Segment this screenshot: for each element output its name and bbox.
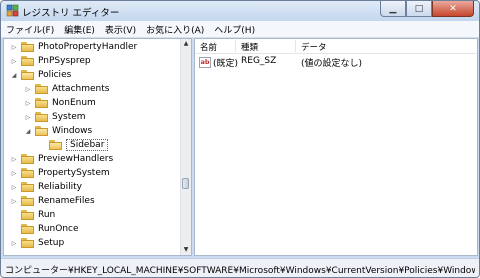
scroll-down-arrow-icon[interactable]: ▼ — [181, 245, 191, 255]
tree-item-system[interactable]: ▷ System — [24, 110, 86, 124]
tree-item-label: Windows — [52, 126, 93, 136]
maximize-button[interactable]: □ — [406, 1, 432, 17]
folder-icon — [21, 238, 34, 248]
value-row[interactable]: ab (既定) REG_SZ (値の設定なし) — [195, 56, 477, 69]
open-folder-icon — [21, 70, 34, 80]
tree-item-label: Sidebar — [66, 139, 109, 151]
tree-item-photopropertyhandler[interactable]: ▷ PhotoPropertyHandler — [10, 40, 137, 54]
folder-icon — [21, 182, 34, 192]
tree-item-run[interactable]: Run — [10, 208, 55, 222]
folder-icon — [21, 210, 34, 220]
folder-icon — [21, 154, 34, 164]
column-header-type[interactable]: 種類 — [241, 41, 258, 53]
tree-item-previewhandlers[interactable]: ▷ PreviewHandlers — [10, 152, 113, 166]
expand-arrow-icon[interactable]: ▷ — [24, 114, 32, 121]
value-name: (既定) — [213, 59, 239, 69]
open-folder-icon — [35, 126, 48, 136]
menu-edit[interactable]: 編集(E) — [59, 23, 100, 36]
expand-arrow-icon[interactable]: ▷ — [10, 58, 18, 65]
menu-view[interactable]: 表示(V) — [100, 23, 141, 36]
tree-item-nonenum[interactable]: ▷ NonEnum — [24, 96, 96, 110]
minimize-button[interactable]: ▁ — [380, 1, 406, 17]
registry-tree-pane[interactable]: ▷ PhotoPropertyHandler ▷ PnPSysprep ◢ Po… — [3, 38, 192, 256]
column-header-data[interactable]: データ — [301, 41, 327, 53]
tree-item-label: Setup — [38, 238, 65, 248]
open-folder-icon — [49, 140, 62, 150]
tree-item-setup[interactable]: ▷ Setup — [10, 236, 64, 250]
title-bar[interactable]: レジストリ エディター ▁ □ ✕ — [1, 1, 479, 21]
registry-editor-window: レジストリ エディター ▁ □ ✕ ファイル(F) 編集(E) 表示(V) お気… — [0, 0, 480, 278]
menu-bar: ファイル(F) 編集(E) 表示(V) お気に入り(A) ヘルプ(H) — [1, 21, 479, 38]
tree-item-label: Reliability — [38, 182, 82, 192]
expand-arrow-icon[interactable]: ▷ — [24, 100, 32, 107]
folder-icon — [21, 42, 34, 52]
expand-arrow-icon[interactable]: ▷ — [24, 86, 32, 93]
minimize-icon: ▁ — [389, 3, 397, 14]
scroll-up-arrow-icon[interactable]: ▲ — [181, 39, 191, 49]
window-controls: ▁ □ ✕ — [380, 1, 474, 18]
close-icon: ✕ — [449, 3, 457, 14]
folder-icon — [21, 56, 34, 66]
maximize-icon: □ — [414, 3, 424, 14]
tree-item-propertysystem[interactable]: ▷ PropertySystem — [10, 166, 110, 180]
registry-editor-icon — [6, 4, 19, 17]
tree-item-label: NonEnum — [52, 98, 96, 108]
expand-arrow-icon[interactable]: ▷ — [10, 184, 18, 191]
tree-item-windows[interactable]: ◢ Windows — [24, 124, 92, 138]
tree-item-label: System — [52, 112, 86, 122]
expand-arrow-icon[interactable]: ▷ — [10, 198, 18, 205]
collapse-arrow-icon[interactable]: ◢ — [10, 72, 18, 79]
tree-item-label: PreviewHandlers — [38, 154, 114, 164]
tree-item-pnpsysprep[interactable]: ▷ PnPSysprep — [10, 54, 91, 68]
folder-icon — [35, 98, 48, 108]
status-path: コンピューター¥HKEY_LOCAL_MACHINE¥SOFTWARE¥Micr… — [5, 266, 475, 276]
folder-icon — [35, 112, 48, 122]
expand-arrow-icon[interactable]: ▷ — [10, 44, 18, 51]
tree-item-policies[interactable]: ◢ Policies — [10, 68, 71, 82]
tree-vertical-scrollbar[interactable]: ▲ ▼ — [180, 39, 191, 255]
close-button[interactable]: ✕ — [432, 1, 474, 17]
tree-item-label: Run — [38, 210, 56, 220]
menu-help[interactable]: ヘルプ(H) — [209, 23, 260, 36]
tree-item-renamefiles[interactable]: ▷ RenameFiles — [10, 194, 95, 208]
value-data: (値の設定なし) — [301, 59, 363, 69]
folder-icon — [21, 196, 34, 206]
window-title: レジストリ エディター — [22, 8, 120, 19]
column-header-name[interactable]: 名前 — [200, 41, 217, 53]
folder-icon — [21, 168, 34, 178]
expand-arrow-icon[interactable]: ▷ — [10, 156, 18, 163]
menu-file[interactable]: ファイル(F) — [1, 23, 59, 36]
tree-item-label: PnPSysprep — [38, 56, 91, 66]
tree-item-attachments[interactable]: ▷ Attachments — [24, 82, 109, 96]
string-value-icon: ab — [199, 57, 211, 68]
registry-values-pane[interactable]: 名前 種類 データ ab (既定) REG_SZ (値の設定なし) — [194, 38, 478, 256]
folder-icon — [21, 224, 34, 234]
tree-item-label: RunOnce — [38, 224, 79, 234]
value-type: REG_SZ — [241, 56, 277, 66]
tree-item-label: Policies — [38, 70, 72, 80]
values-list-header: 名前 種類 データ — [195, 39, 477, 54]
tree-item-sidebar[interactable]: Sidebar — [38, 138, 109, 152]
menu-favorites[interactable]: お気に入り(A) — [141, 23, 209, 36]
tree-item-label: Attachments — [52, 84, 110, 94]
tree-item-label: RenameFiles — [38, 196, 95, 206]
folder-icon — [35, 84, 48, 94]
tree-item-label: PropertySystem — [38, 168, 110, 178]
tree-item-label: PhotoPropertyHandler — [38, 42, 138, 52]
expand-arrow-icon[interactable]: ▷ — [10, 240, 18, 247]
status-bar: コンピューター¥HKEY_LOCAL_MACHINE¥SOFTWARE¥Micr… — [1, 258, 479, 277]
collapse-arrow-icon[interactable]: ◢ — [24, 128, 32, 135]
tree-item-runonce[interactable]: RunOnce — [10, 222, 79, 236]
tree-item-reliability[interactable]: ▷ Reliability — [10, 180, 82, 194]
expand-arrow-icon[interactable]: ▷ — [10, 170, 18, 177]
scrollbar-thumb[interactable] — [182, 178, 189, 189]
